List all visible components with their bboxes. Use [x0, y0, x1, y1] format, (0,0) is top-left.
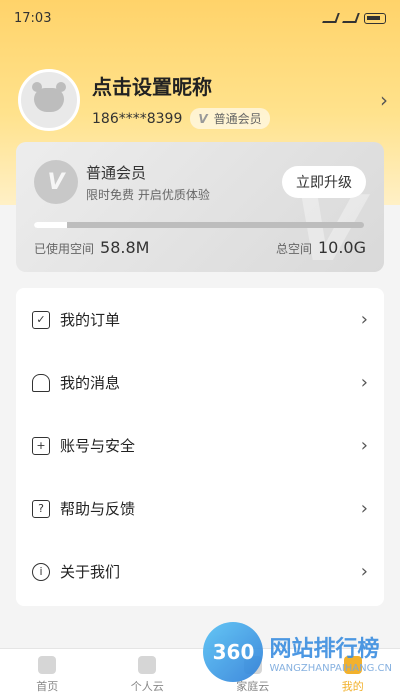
settings-menu: ✓ 我的订单 › 我的消息 › + 账号与安全 › ? 帮助与反馈 › i 关于…: [16, 288, 384, 606]
order-icon: ✓: [32, 310, 50, 329]
chevron-right-icon: ›: [360, 372, 368, 393]
total-space-value: 10.0G: [317, 238, 366, 257]
cloud-icon: [138, 655, 157, 674]
bell-icon: [32, 373, 50, 392]
menu-item-label: 账号与安全: [60, 437, 136, 455]
member-level-badge: V 普通会员: [190, 108, 270, 129]
status-bar: 17:03: [0, 0, 400, 36]
menu-item-account-security[interactable]: + 账号与安全 ›: [16, 414, 384, 477]
menu-item-label: 帮助与反馈: [60, 500, 136, 518]
member-card-subtitle: 限时免费 开启优质体验: [86, 188, 210, 202]
upgrade-button[interactable]: 立即升级: [282, 166, 366, 198]
phone-number: 186****8399: [92, 110, 183, 127]
tab-label: 个人云: [130, 679, 164, 693]
vip-badge-icon: V: [34, 160, 78, 204]
avatar[interactable]: [18, 69, 80, 131]
used-space-value: 58.8M: [100, 238, 150, 257]
total-space: 总空间 10.0G: [276, 238, 366, 257]
signal-icon: [322, 13, 340, 23]
chevron-right-icon: ›: [360, 435, 368, 456]
watermark-name: 网站排行榜: [269, 636, 380, 662]
menu-item-label: 我的消息: [60, 374, 121, 392]
menu-item-label: 关于我们: [60, 563, 121, 581]
menu-item-orders[interactable]: ✓ 我的订单 ›: [16, 288, 384, 351]
avatar-placeholder-icon: [32, 82, 66, 112]
help-icon: ?: [32, 499, 50, 518]
watermark-text: 网站排行榜 WANGZHANPAIHANG.CN: [269, 631, 392, 674]
profile-row[interactable]: 点击设置昵称 186****8399 V 普通会员 ›: [18, 69, 388, 131]
status-time: 17:03: [14, 10, 52, 26]
menu-item-help-feedback[interactable]: ? 帮助与反馈 ›: [16, 477, 384, 540]
chevron-right-icon[interactable]: ›: [380, 88, 388, 112]
home-icon: [38, 655, 57, 674]
menu-item-messages[interactable]: 我的消息 ›: [16, 351, 384, 414]
chevron-right-icon: ›: [360, 309, 368, 330]
member-card-title: 普通会员: [86, 164, 147, 182]
tab-home[interactable]: 首页: [36, 655, 59, 694]
shield-icon: +: [32, 436, 50, 455]
watermark: 360 网站排行榜 WANGZHANPAIHANG.CN: [203, 622, 392, 682]
battery-icon: [364, 12, 386, 24]
chevron-right-icon: ›: [360, 498, 368, 519]
vip-v-icon: V: [198, 111, 208, 126]
nickname[interactable]: 点击设置昵称: [92, 71, 380, 100]
profile-info: 点击设置昵称 186****8399 V 普通会员: [92, 71, 380, 129]
tab-personal-cloud[interactable]: 个人云: [130, 655, 164, 694]
phone-row: 186****8399 V 普通会员: [92, 108, 380, 129]
status-icons: [322, 12, 386, 24]
wifi-icon: [342, 13, 360, 23]
used-space-label: 已使用空间: [34, 242, 95, 256]
member-card: V V 普通会员 限时免费 开启优质体验 立即升级 已使用空间 58.8M 总空间…: [16, 142, 384, 272]
storage-row: 已使用空间 58.8M 总空间 10.0G: [34, 238, 366, 257]
storage-progress-bar: [34, 222, 364, 228]
watermark-logo: 360: [203, 622, 264, 682]
menu-item-label: 我的订单: [60, 311, 121, 329]
used-space: 已使用空间 58.8M: [34, 238, 149, 257]
total-space-label: 总空间: [275, 242, 312, 256]
watermark-domain: WANGZHANPAIHANG.CN: [269, 662, 392, 674]
info-icon: i: [32, 562, 50, 581]
chevron-right-icon: ›: [360, 561, 368, 582]
storage-progress-fill: [34, 222, 67, 228]
menu-item-about[interactable]: i 关于我们 ›: [16, 540, 384, 603]
tab-label: 首页: [36, 679, 59, 693]
member-level-label: 普通会员: [213, 112, 262, 126]
